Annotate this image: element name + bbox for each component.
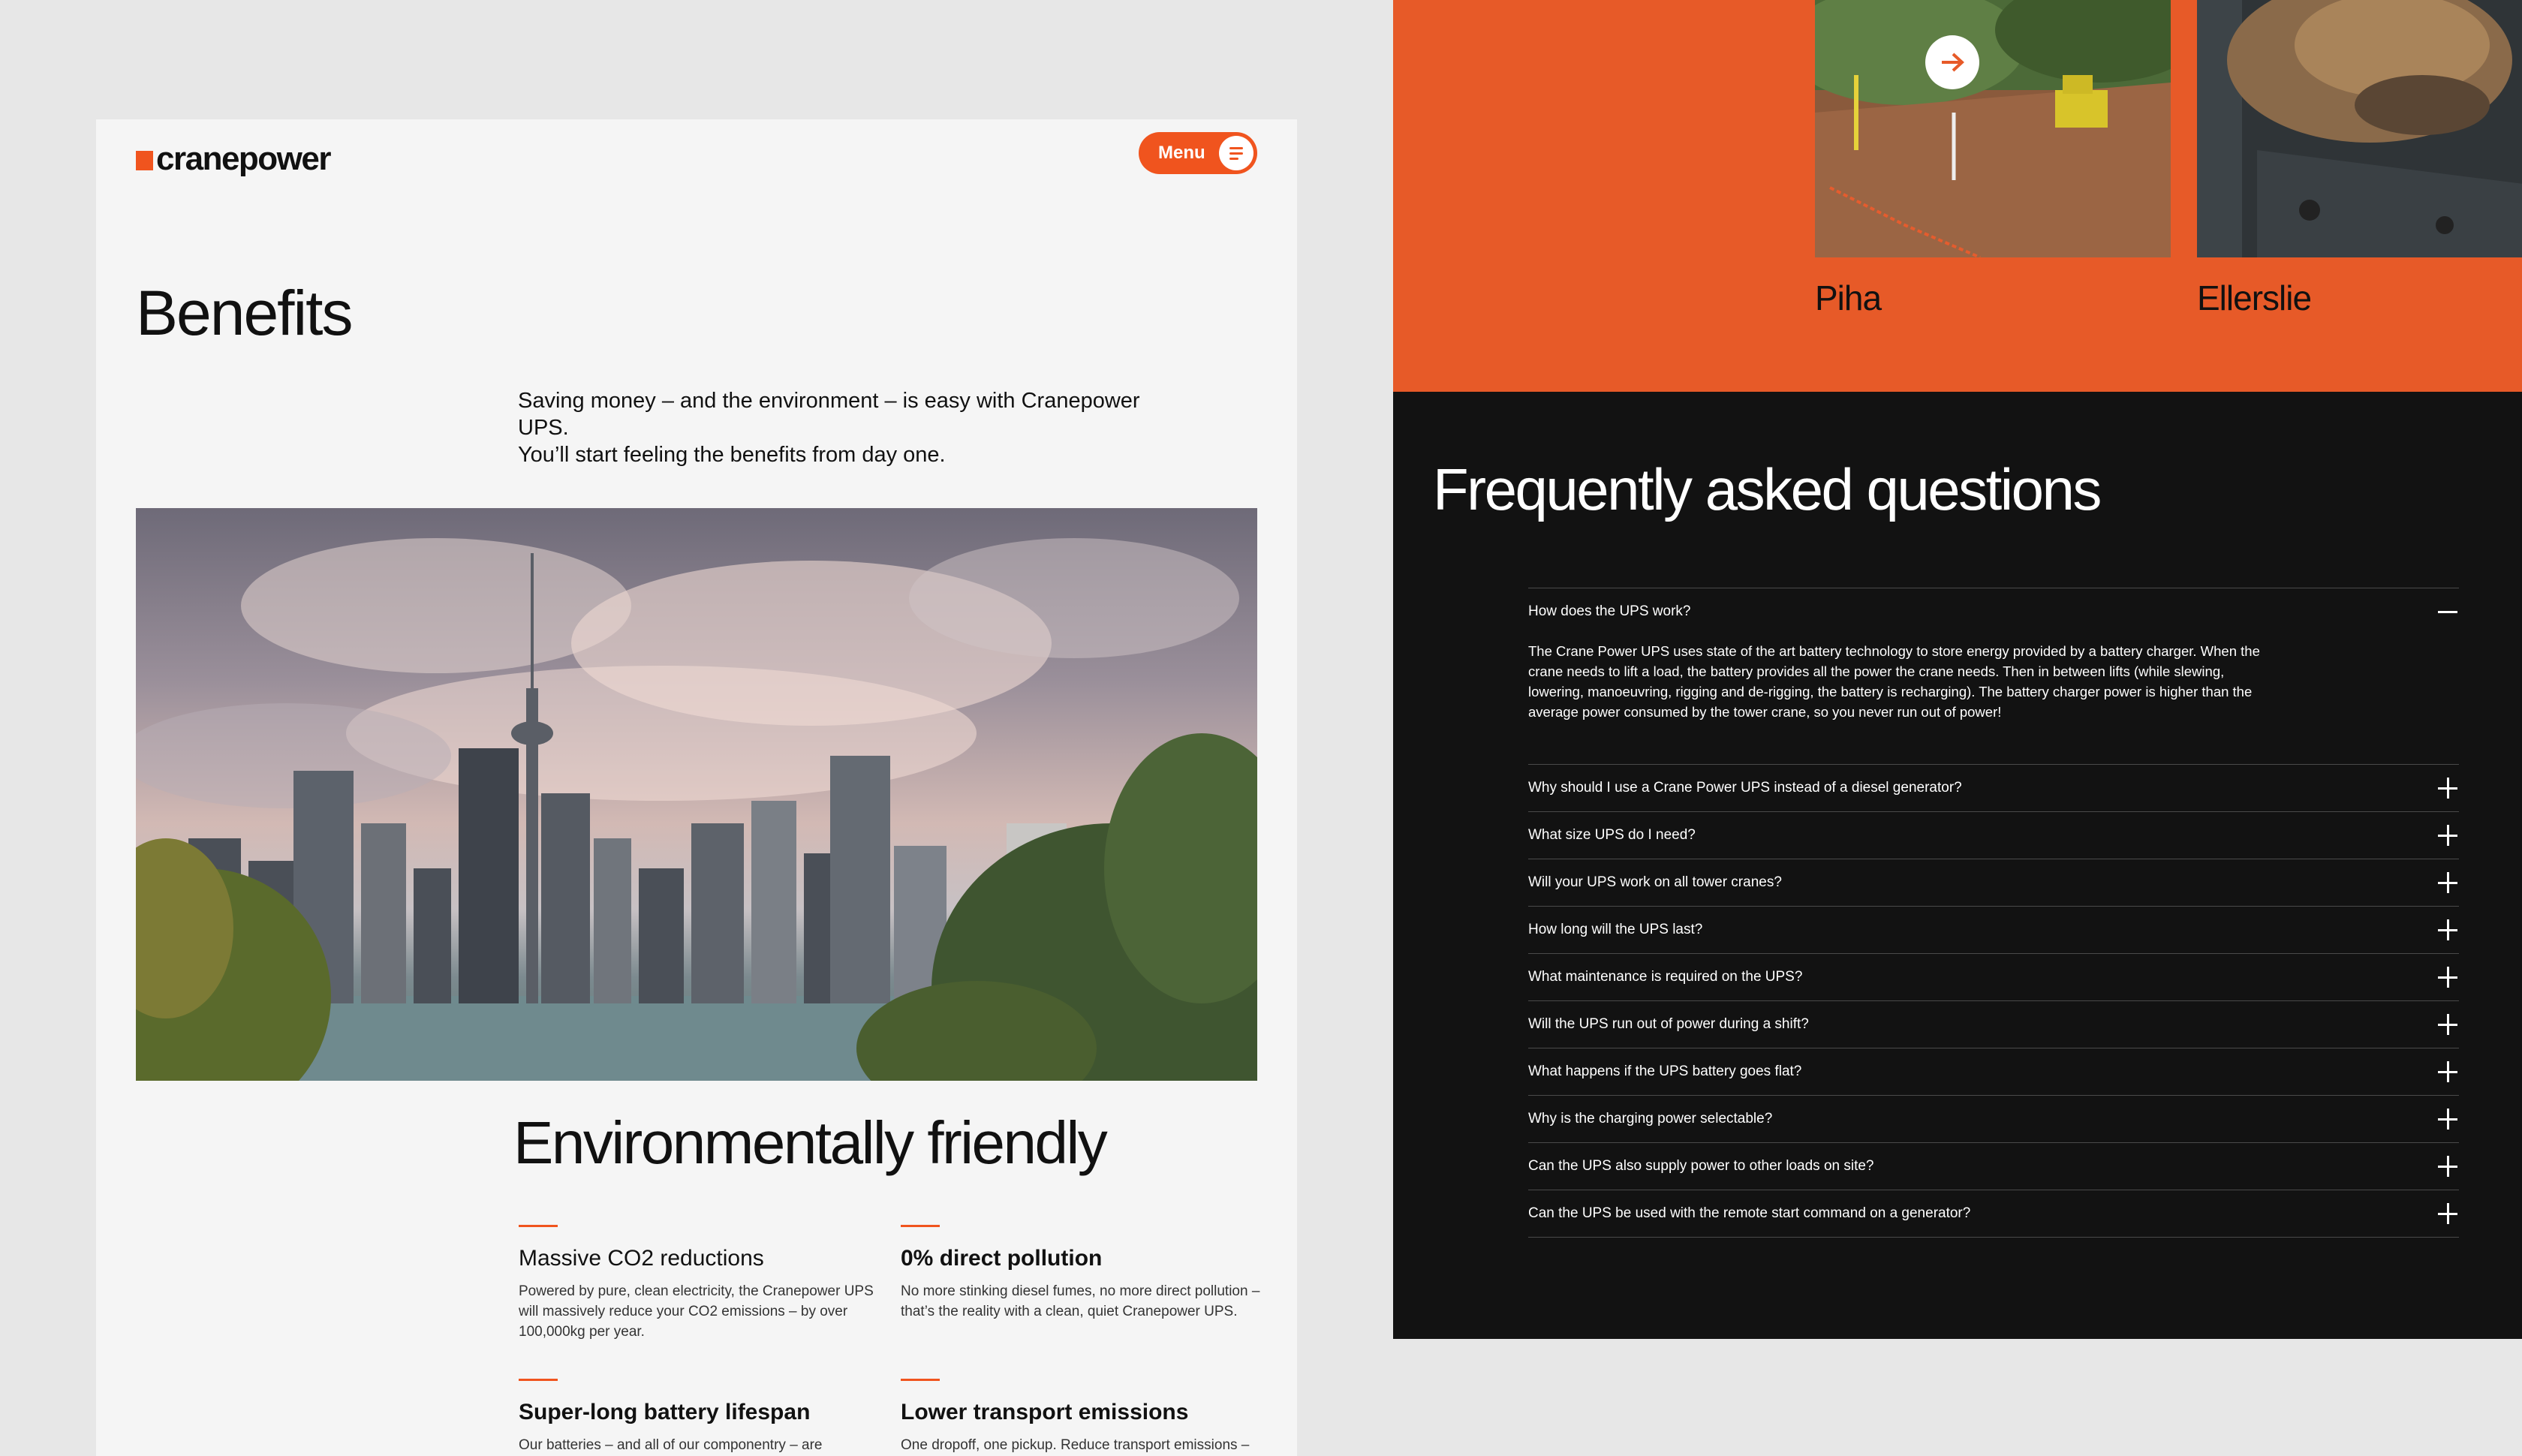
faq-item: Can the UPS also supply power to other l… (1528, 1143, 2459, 1190)
faq-item-open: How does the UPS work? The Crane Power U… (1528, 588, 2459, 765)
arrow-right-icon (1942, 53, 1964, 72)
faq-question-toggle[interactable]: Can the UPS also supply power to other l… (1528, 1143, 2459, 1190)
faq-question-toggle[interactable]: What size UPS do I need? (1528, 812, 2459, 859)
auckland-skyline-image (136, 508, 1257, 1081)
location-card-piha[interactable]: Piha (1815, 0, 2171, 317)
feature-rule (901, 1379, 940, 1381)
faq-question: Can the UPS be used with the remote star… (1528, 1205, 1971, 1221)
faq-item: Why should I use a Crane Power UPS inste… (1528, 765, 2459, 812)
faq-question: Will your UPS work on all tower cranes? (1528, 874, 1782, 890)
plus-icon (2438, 1061, 2459, 1082)
faq-question-toggle[interactable]: What happens if the UPS battery goes fla… (1528, 1048, 2459, 1095)
menu-lines-icon (1219, 136, 1253, 170)
faq-question: How does the UPS work? (1528, 603, 1691, 619)
minus-icon (2438, 601, 2459, 622)
ellerslie-site-image (2197, 0, 2522, 257)
feature-pollution: 0% direct pollution No more stinking die… (901, 1225, 1261, 1322)
faq-item: Will the UPS run out of power during a s… (1528, 1001, 2459, 1048)
faq-item: How long will the UPS last? (1528, 907, 2459, 954)
feature-text: Powered by pure, clean electricity, the … (519, 1283, 874, 1340)
feature-text: No more stinking diesel fumes, no more d… (901, 1283, 1260, 1319)
feature-rule (519, 1225, 558, 1227)
intro-text: Saving money – and the environment – is … (518, 387, 1148, 468)
section-title: Environmentally friendly (513, 1109, 1108, 1176)
feature-title: 0% direct pollution (901, 1246, 1103, 1271)
faq-question: How long will the UPS last? (1528, 922, 1703, 937)
faq-question: Will the UPS run out of power during a s… (1528, 1016, 1809, 1032)
location-name: Ellerslie (2197, 278, 2312, 317)
faq-question-toggle[interactable]: How does the UPS work? (1528, 588, 2459, 635)
benefits-page-panel: cranepower Menu Benefits Saving money – … (96, 119, 1297, 1456)
plus-icon (2438, 872, 2459, 893)
menu-button-label: Menu (1158, 143, 1205, 163)
feature-title: Super-long battery lifespan (519, 1400, 811, 1424)
feature-text: Our batteries – and all of our component… (519, 1437, 823, 1453)
logo-wordmark: cranepower (156, 140, 331, 177)
feature-battery: Super-long battery lifespan Our batterie… (519, 1379, 879, 1456)
plus-icon (2438, 1203, 2459, 1224)
faq-question-toggle[interactable]: Why should I use a Crane Power UPS inste… (1528, 765, 2459, 811)
intro-line-2: You’ll start feeling the benefits from d… (518, 443, 946, 467)
plus-icon (2438, 825, 2459, 846)
faq-question: Why should I use a Crane Power UPS inste… (1528, 780, 1962, 796)
plus-icon (2438, 1014, 2459, 1035)
faq-item: What happens if the UPS battery goes fla… (1528, 1048, 2459, 1096)
logo-square-icon (136, 151, 153, 170)
faq-question-toggle[interactable]: Will the UPS run out of power during a s… (1528, 1001, 2459, 1048)
faq-list: How does the UPS work? The Crane Power U… (1528, 588, 2459, 1238)
faq-section: Frequently asked questions How does the … (1393, 392, 2522, 1339)
piha-site-image (1815, 0, 2171, 257)
faq-question: What size UPS do I need? (1528, 827, 1696, 843)
plus-icon (2438, 1109, 2459, 1130)
faq-item: What maintenance is required on the UPS? (1528, 954, 2459, 1001)
location-name: Piha (1815, 278, 1882, 317)
plus-icon (2438, 967, 2459, 988)
faq-item: What size UPS do I need? (1528, 812, 2459, 859)
faq-question: Can the UPS also supply power to other l… (1528, 1158, 1874, 1174)
locations-carousel: Piha Ellerslie (1393, 0, 2522, 392)
page-title: Benefits (136, 278, 354, 348)
feature-transport: Lower transport emissions One dropoff, o… (901, 1379, 1261, 1455)
faq-answer: The Crane Power UPS uses state of the ar… (1528, 643, 2260, 720)
cranepower-logo[interactable]: cranepower (136, 140, 331, 178)
faq-question-toggle[interactable]: Will your UPS work on all tower cranes? (1528, 859, 2459, 906)
feature-title: Massive CO2 reductions (519, 1246, 764, 1271)
feature-text: One dropoff, one pickup. Reduce transpor… (901, 1437, 1250, 1453)
feature-rule (901, 1225, 940, 1227)
faq-question: What happens if the UPS battery goes fla… (1528, 1063, 1802, 1079)
faq-question-toggle[interactable]: Why is the charging power selectable? (1528, 1096, 2459, 1142)
faq-question: What maintenance is required on the UPS? (1528, 969, 1803, 985)
location-card-ellerslie[interactable]: Ellerslie (2197, 0, 2522, 317)
feature-title: Lower transport emissions (901, 1400, 1189, 1424)
feature-rule (519, 1379, 558, 1381)
intro-line-1: Saving money – and the environment – is … (518, 389, 1140, 440)
plus-icon (2438, 919, 2459, 940)
faq-question-toggle[interactable]: How long will the UPS last? (1528, 907, 2459, 953)
plus-icon (2438, 778, 2459, 799)
faq-item: Why is the charging power selectable? (1528, 1096, 2459, 1143)
faq-item: Will your UPS work on all tower cranes? (1528, 859, 2459, 907)
faq-question-toggle[interactable]: What maintenance is required on the UPS? (1528, 954, 2459, 1000)
faq-page-panel: Piha Ellerslie Frequently asked question… (1393, 0, 2522, 1339)
faq-question-toggle[interactable]: Can the UPS be used with the remote star… (1528, 1190, 2459, 1237)
plus-icon (2438, 1156, 2459, 1177)
feature-co2: Massive CO2 reductions Powered by pure, … (519, 1225, 879, 1342)
faq-title: Frequently asked questions (1433, 456, 2102, 522)
faq-item: Can the UPS be used with the remote star… (1528, 1190, 2459, 1238)
faq-question: Why is the charging power selectable? (1528, 1111, 1773, 1127)
next-arrow-button[interactable] (1925, 35, 1979, 89)
menu-button[interactable]: Menu (1139, 132, 1257, 174)
